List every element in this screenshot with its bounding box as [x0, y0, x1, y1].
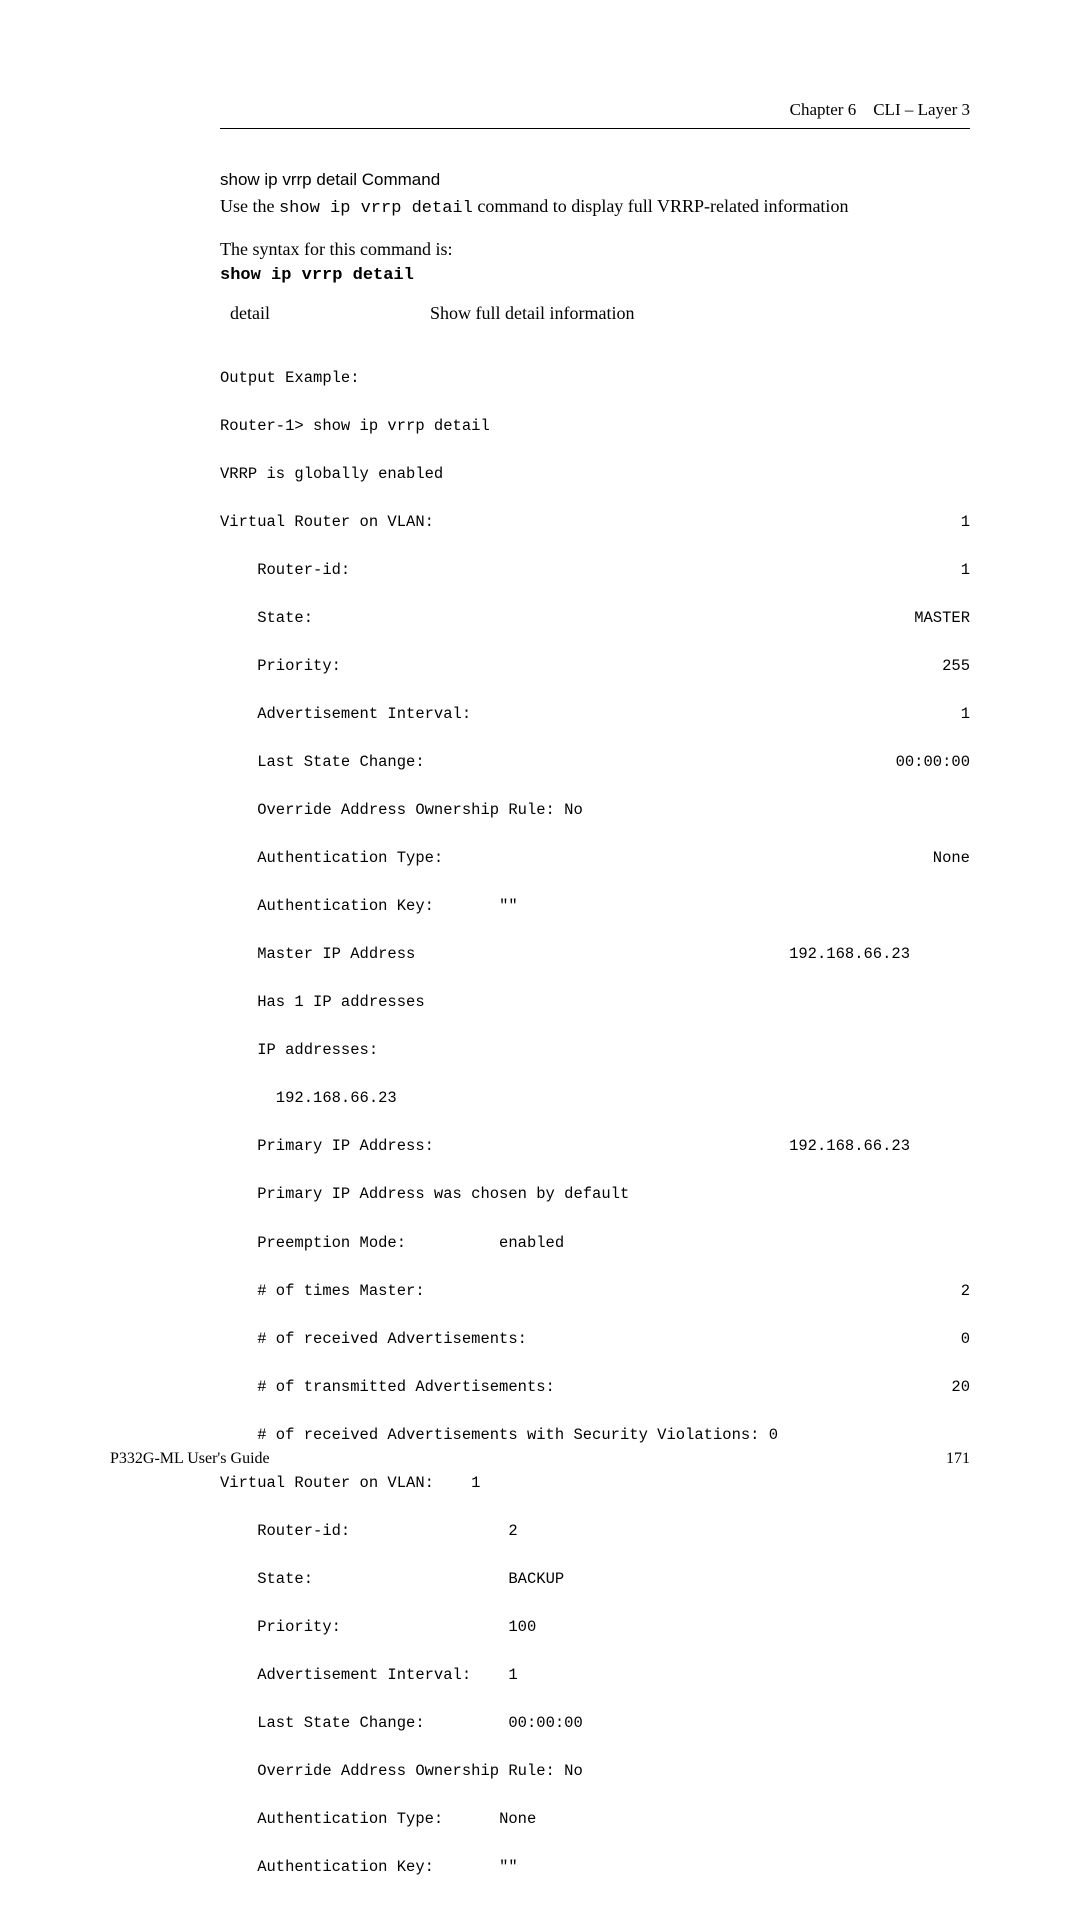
- output-override: Override Address Ownership Rule: No: [220, 798, 970, 822]
- output-row: Authentication Key: "": [220, 1855, 970, 1879]
- output-row: Router-id: 2: [220, 1519, 970, 1543]
- page-header: Chapter 6 CLI – Layer 3: [790, 100, 970, 120]
- output-row: # of transmitted Advertisements: 20: [220, 1375, 970, 1399]
- chapter-label: Chapter 6: [790, 100, 857, 119]
- out-val: 20: [951, 1375, 970, 1399]
- output-example: Output Example: Router-1> show ip vrrp d…: [220, 342, 970, 1927]
- header-rule: [220, 128, 970, 129]
- output-row: Last State Change: 00:00:00: [220, 750, 970, 774]
- desc-cmd: show ip vrrp detail: [279, 199, 473, 218]
- out-label: Authentication Type:: [220, 846, 443, 870]
- out-val: 192.168.66.23: [789, 1134, 970, 1158]
- out-label: Advertisement Interval:: [220, 702, 471, 726]
- output-override2: Override Address Ownership Rule: No: [220, 1759, 970, 1783]
- out-val: None: [933, 846, 970, 870]
- syntax-command: show ip vrrp detail: [220, 266, 970, 285]
- section-description: Use the show ip vrrp detail command to d…: [220, 194, 970, 221]
- output-row: # of received Advertisements: 0: [220, 1327, 970, 1351]
- output-row: Virtual Router on VLAN: 1: [220, 1471, 970, 1495]
- out-val: 255: [942, 654, 970, 678]
- output-prompt: Router-1> show ip vrrp detail: [220, 414, 970, 438]
- out-val: 1: [961, 510, 970, 534]
- syntax-label: The syntax for this command is:: [220, 239, 970, 260]
- output-primary-chosen: Primary IP Address was chosen by default: [220, 1182, 970, 1206]
- output-row: Authentication Type: None: [220, 1807, 970, 1831]
- out-label: Virtual Router on VLAN: 1: [220, 1471, 480, 1495]
- output-row: Preemption Mode: enabled: [220, 1231, 970, 1255]
- param-name: detail: [230, 303, 430, 324]
- output-heading: Output Example:: [220, 366, 970, 390]
- output-hasips: Has 1 IP addresses: [220, 990, 970, 1014]
- out-label: Priority:: [220, 654, 341, 678]
- output-row: Advertisement Interval: 1: [220, 702, 970, 726]
- output-ipsval: 192.168.66.23: [220, 1086, 970, 1110]
- out-label: Last State Change:: [220, 750, 425, 774]
- out-label: Master IP Address: [220, 942, 415, 966]
- out-label: State:: [220, 606, 313, 630]
- output-row: Authentication Type: None: [220, 846, 970, 870]
- output-row: Advertisement Interval: 1: [220, 1663, 970, 1687]
- output-row: Router-id: 1: [220, 558, 970, 582]
- output-row: Authentication Key: "": [220, 894, 970, 918]
- out-val: MASTER: [914, 606, 970, 630]
- out-val: 0: [961, 1327, 970, 1351]
- out-label: Last State Change: 00:00:00: [220, 1711, 583, 1735]
- footer-left: P332G-ML User's Guide: [110, 1450, 270, 1468]
- output-row: State: MASTER: [220, 606, 970, 630]
- output-row: # of times Master: 2: [220, 1279, 970, 1303]
- output-row: Primary IP Address: 192.168.66.23: [220, 1134, 970, 1158]
- param-desc: Show full detail information: [430, 303, 634, 324]
- out-label: Router-id:: [220, 558, 350, 582]
- out-label: # of transmitted Advertisements:: [220, 1375, 555, 1399]
- out-label: Preemption Mode: enabled: [220, 1231, 564, 1255]
- output-row: Virtual Router on VLAN: 1: [220, 510, 970, 534]
- chapter-title: CLI – Layer 3: [873, 100, 970, 119]
- out-val: 2: [961, 1279, 970, 1303]
- output-row: Last State Change: 00:00:00: [220, 1711, 970, 1735]
- out-val: 1: [961, 558, 970, 582]
- output-row: Priority: 100: [220, 1615, 970, 1639]
- out-val: 1: [961, 702, 970, 726]
- output-enabled: VRRP is globally enabled: [220, 462, 970, 486]
- out-label: Advertisement Interval: 1: [220, 1663, 518, 1687]
- out-val: 00:00:00: [896, 750, 970, 774]
- output-row: Master IP Address 192.168.66.23: [220, 942, 970, 966]
- output-row: State: BACKUP: [220, 1567, 970, 1591]
- param-row: detail Show full detail information: [230, 303, 970, 324]
- out-label: State: BACKUP: [220, 1567, 564, 1591]
- output-row: Priority: 255: [220, 654, 970, 678]
- out-label: Authentication Key: "": [220, 894, 518, 918]
- out-val: 192.168.66.23: [789, 942, 970, 966]
- desc-post: command to display full VRRP-related inf…: [473, 196, 849, 216]
- content-body: show ip vrrp detail Command Use the show…: [220, 170, 970, 1927]
- desc-pre: Use the: [220, 196, 279, 216]
- out-label: Primary IP Address:: [220, 1134, 434, 1158]
- out-label: Virtual Router on VLAN:: [220, 510, 434, 534]
- out-label: Router-id: 2: [220, 1519, 518, 1543]
- output-ipslabel: IP addresses:: [220, 1038, 970, 1062]
- out-label: Authentication Type: None: [220, 1807, 536, 1831]
- out-label: Priority: 100: [220, 1615, 536, 1639]
- page-footer: P332G-ML User's Guide 171: [110, 1450, 970, 1468]
- output-secviol: # of received Advertisements with Securi…: [220, 1423, 970, 1447]
- out-label: # of times Master:: [220, 1279, 425, 1303]
- out-label: # of received Advertisements:: [220, 1327, 527, 1351]
- section-heading: show ip vrrp detail Command: [220, 170, 970, 190]
- footer-page-number: 171: [946, 1450, 970, 1468]
- out-label: Authentication Key: "": [220, 1855, 518, 1879]
